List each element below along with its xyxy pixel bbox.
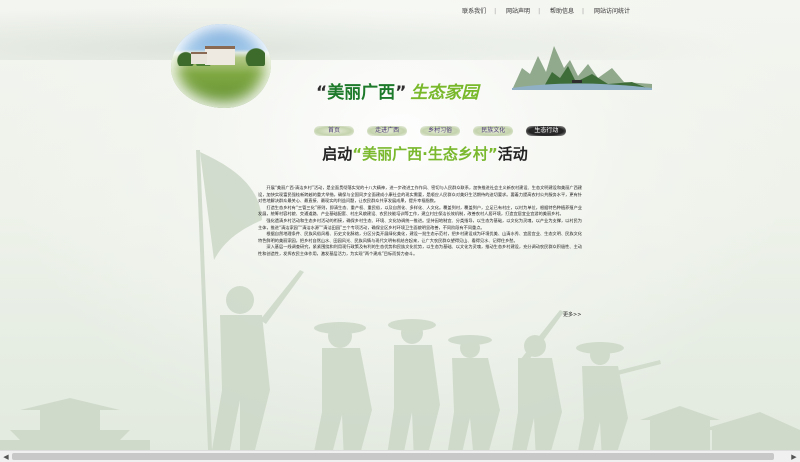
banner-title-sub: 生态家园 — [410, 83, 479, 103]
article-paragraph: 打造生态乡村有“三管三化”原则，即清生态、重产权、重民俗，以及自然化、多样化、人… — [258, 204, 582, 217]
banner-title-main: 美丽广西 — [327, 83, 396, 103]
karst-mountains-illustration — [512, 46, 652, 90]
section-title-prefix: 启动 — [322, 145, 353, 163]
nav-item-culture[interactable]: 民族文化 — [473, 126, 514, 136]
article-paragraph: 开展“美丽广西·清洁乡村”活动，是全面贯彻落实党的十八大精神，进一步改进工作作风… — [258, 185, 582, 204]
article-paragraph: 强化遗清乡村活动和生态乡村活动的衔接，确保乡村生态、环境、文化协调统一推进。坚持… — [258, 217, 582, 230]
article-paragraph: 根据自然地理条件、民族风俗风格、历史文化脉络，分区分类开展绿化美化，建设一批生态… — [258, 231, 582, 243]
article-paragraph: 深入基层一线调查研究，紧紧围绕和利用现行政策及有利的生态优势和民族文化优势，以生… — [258, 244, 582, 256]
section-title: 启动“美丽广西·生态乡村”活动 — [0, 143, 800, 164]
divider: | — [494, 8, 497, 15]
article-body: 开展“美丽广西·清洁乡村”活动，是全面贯彻落实党的十八大精神，进一步改进工作作风… — [258, 185, 582, 258]
top-link-statement[interactable]: 网站声明 — [506, 8, 530, 15]
banner-title: “美丽广西” 生态家园 — [316, 78, 478, 103]
quote-close: ” — [487, 145, 498, 163]
page: 联系我们 | 网站声明 | 帮助信息 | 网站访问统计 “美丽广西” 生态家园 首页 走… — [0, 0, 800, 462]
quote-close: ” — [395, 83, 407, 103]
top-link-stats[interactable]: 网站访问统计 — [594, 8, 630, 15]
divider: | — [582, 8, 585, 15]
divider: | — [538, 8, 541, 15]
quote-open: “ — [352, 145, 363, 163]
nav-item-explore[interactable]: 走进广西 — [367, 126, 408, 136]
nav-item-customs[interactable]: 乡村习俗 — [420, 126, 461, 136]
section-title-highlight: 美丽广西·生态乡村 — [362, 145, 488, 163]
quote-open: “ — [316, 83, 328, 103]
horizontal-scrollbar[interactable]: ◀ ▶ — [0, 450, 800, 462]
more-link[interactable]: 更多>> — [563, 311, 581, 318]
scroll-left-icon[interactable]: ◀ — [0, 451, 12, 462]
ink-wash-decoration — [0, 0, 800, 60]
nav-item-home[interactable]: 首页 — [314, 126, 354, 136]
top-link-help[interactable]: 帮助信息 — [550, 8, 574, 15]
scrollbar-thumb[interactable] — [12, 453, 774, 460]
top-links-bar: 联系我们 | 网站声明 | 帮助信息 | 网站访问统计 — [458, 6, 634, 15]
photo-house — [191, 52, 207, 64]
village-photo — [171, 24, 271, 108]
scroll-right-icon[interactable]: ▶ — [788, 451, 800, 462]
main-nav: 首页 走进广西 乡村习俗 民族文化 生态行动 — [314, 117, 574, 136]
section-title-suffix: 活动 — [497, 145, 528, 163]
top-link-contact[interactable]: 联系我们 — [462, 8, 486, 15]
nav-item-eco-action[interactable]: 生态行动 — [526, 126, 567, 136]
photo-house — [205, 46, 235, 65]
